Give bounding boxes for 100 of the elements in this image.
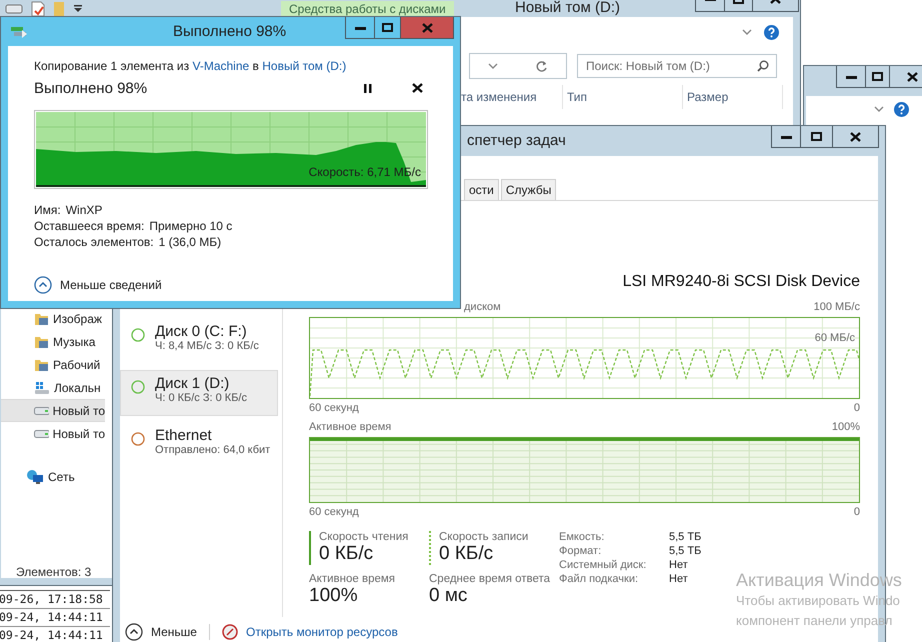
- detail-label: Имя:: [34, 203, 61, 217]
- axis-label: 60 секунд: [309, 402, 359, 414]
- property-label: Системный диск:: [559, 559, 648, 571]
- nav-item[interactable]: Новый то: [1, 422, 105, 445]
- property-value: 5,5 ТБ: [669, 531, 702, 543]
- progress-heading: Выполнено 98%: [34, 80, 148, 96]
- close-icon: [907, 72, 918, 82]
- device-item[interactable]: Ethernet Отправлено: 64,0 кбит: [120, 422, 278, 468]
- device-detail: Отправлено: 64,0 кбит: [155, 444, 270, 456]
- graph-mid-label: 60 МБ/с: [814, 332, 855, 344]
- device-title: LSI MR9240-8i SCSI Disk Device: [622, 273, 860, 291]
- tab[interactable]: ости: [464, 179, 499, 200]
- minimize-icon: [354, 26, 366, 30]
- window-title: Новый том (D:): [515, 0, 620, 16]
- maximize-icon: [382, 23, 393, 32]
- nav-item[interactable]: Локальн: [1, 376, 105, 399]
- close-icon: [850, 132, 861, 142]
- copy-description: Копирование 1 элемента из V-Machine в Новый том (D:): [34, 59, 348, 73]
- fewer-details-button[interactable]: Меньше: [125, 623, 197, 641]
- stat-value: 0 мс: [429, 585, 468, 607]
- graph-label: Активное время: [309, 421, 392, 433]
- speed-label: Скорость: 6,71 МБ/с: [308, 165, 421, 179]
- log-row: 09-26, 17:18:58: [0, 591, 110, 609]
- device-detail: Ч: 8,4 МБ/с З: 0 КБ/с: [155, 340, 259, 352]
- graph-max: 100%: [832, 421, 860, 433]
- chevron-up-icon: [125, 623, 143, 641]
- drive-icon: [34, 428, 49, 438]
- drive-icon: [34, 406, 49, 416]
- document-icon[interactable]: [31, 1, 45, 17]
- column-header[interactable]: Тип: [563, 85, 683, 109]
- axis-label: 0: [854, 402, 860, 414]
- device-item[interactable]: Диск 0 (C: F:) Ч: 8,4 МБ/с З: 0 КБ/с: [120, 318, 278, 364]
- source-link[interactable]: V-Machine: [192, 59, 250, 73]
- stat-value: 100%: [309, 585, 359, 607]
- maximize-icon: [811, 132, 822, 141]
- folder-icon: [34, 334, 49, 348]
- detail-label: Осталось элементов:: [34, 235, 154, 249]
- nav-item[interactable]: Изображ: [1, 307, 105, 330]
- stat-label: Активное время: [309, 573, 396, 585]
- stat-label: Скорость чтения: [319, 531, 410, 543]
- column-header[interactable]: Размер: [683, 85, 783, 109]
- chevron-down-icon[interactable]: [742, 29, 752, 35]
- stat-value: 0 КБ/с: [439, 543, 494, 565]
- ribbon-tab[interactable]: Средства работы с дисками: [281, 1, 454, 17]
- stat-value: 0 КБ/с: [319, 543, 374, 565]
- detail-label: Оставшееся время:: [34, 219, 144, 233]
- stat-label: Среднее время ответа: [429, 573, 549, 585]
- nav-item[interactable]: Сеть: [1, 465, 105, 488]
- axis-label: 0: [854, 506, 860, 518]
- close-icon: [412, 83, 423, 93]
- help-icon[interactable]: [894, 102, 909, 116]
- property-value: Нет: [669, 573, 689, 585]
- destination-link[interactable]: Новый том (D:): [262, 59, 346, 73]
- graph-max: 100 МБ/с: [814, 301, 860, 313]
- device-item[interactable]: Диск 1 (D:) Ч: 0 КБ/с З: 0 КБ/с: [120, 370, 278, 416]
- window-title: спетчер задач: [467, 132, 566, 149]
- window-title: Выполнено 98%: [173, 23, 286, 40]
- folder-icon: [34, 312, 49, 326]
- maximize-icon: [872, 72, 883, 81]
- network-icon: [26, 468, 44, 484]
- resource-monitor-icon: [222, 624, 238, 640]
- help-icon[interactable]: [764, 24, 779, 40]
- property-value: Нет: [669, 559, 689, 571]
- chevron-down-icon[interactable]: [874, 106, 884, 112]
- chevron-up-icon: [34, 276, 52, 294]
- fewer-details-button[interactable]: Меньше сведений: [34, 276, 162, 294]
- nav-item[interactable]: Рабочий: [1, 353, 105, 376]
- log-row: 09-24, 14:44:11: [0, 627, 110, 642]
- nav-item[interactable]: Музыка: [1, 330, 105, 353]
- drive-icon: [34, 380, 50, 394]
- property-value: 5,5 ТБ: [669, 545, 702, 557]
- detail-value: Примерно 10 с: [149, 219, 232, 233]
- device-name: Диск 1 (D:): [155, 375, 230, 392]
- folder-icon[interactable]: [53, 1, 65, 17]
- property-label: Файл подкачки:: [559, 573, 640, 585]
- drive-icon[interactable]: [5, 4, 23, 14]
- property-label: Формат:: [559, 545, 602, 557]
- graph-label: диском: [464, 301, 501, 313]
- dropdown-icon[interactable]: [73, 5, 83, 13]
- device-name: Диск 0 (C: F:): [155, 323, 248, 340]
- log-row: 09-24, 14:44:11: [0, 609, 110, 627]
- folder-icon: [34, 358, 49, 372]
- device-name: Ethernet: [155, 427, 213, 444]
- close-icon: [422, 22, 432, 32]
- detail-value: 1 (36,0 МБ): [158, 235, 222, 249]
- status-text: Элементов: 3: [16, 565, 92, 579]
- property-label: Емкость:: [559, 531, 606, 543]
- axis-label: 60 секунд: [309, 506, 359, 518]
- resource-monitor-link[interactable]: Открыть монитор ресурсов: [246, 625, 398, 639]
- search-field[interactable]: Поиск: Новый том (D:): [577, 54, 777, 78]
- nav-item[interactable]: Новый то: [1, 399, 105, 422]
- pause-icon: [364, 84, 372, 92]
- search-icon: [757, 60, 769, 72]
- chevron-down-icon[interactable]: [488, 63, 498, 69]
- minimize-icon: [846, 74, 856, 78]
- copy-icon: [10, 24, 28, 38]
- tab[interactable]: Службы: [500, 179, 556, 200]
- device-detail: Ч: 0 КБ/с З: 0 КБ/с: [155, 392, 247, 404]
- stat-label: Скорость записи: [439, 531, 530, 543]
- refresh-icon[interactable]: [534, 60, 548, 72]
